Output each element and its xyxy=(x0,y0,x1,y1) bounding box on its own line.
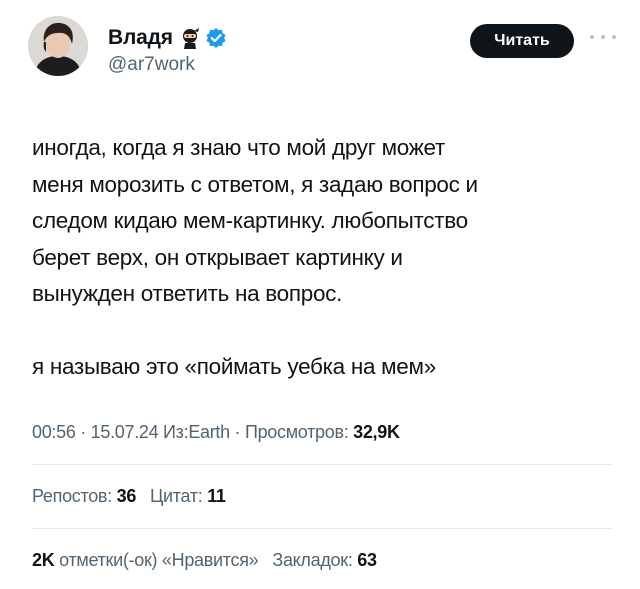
tweet-time[interactable]: 00:56 xyxy=(32,422,76,442)
display-name[interactable]: Владя xyxy=(108,26,173,50)
divider xyxy=(32,528,612,529)
avatar-photo-icon xyxy=(28,16,88,76)
quotes-count: 11 xyxy=(207,486,226,506)
tweet-date[interactable]: 15.07.24 xyxy=(91,422,159,442)
tweet-text: иногда, когда я знаю что мой друг может … xyxy=(32,135,478,379)
views-label: Просмотров: xyxy=(244,422,354,442)
bookmarks-count: 63 xyxy=(357,550,377,570)
engagement-row: Репостов: 36 Цитат: 11 xyxy=(32,486,226,507)
likes-row: 2K отметки(-ок) «Нравится» Закладок: 63 xyxy=(32,550,377,571)
bookmarks-stat[interactable]: Закладок: 63 xyxy=(272,550,377,570)
tweet-header: Владя @ar7work Читать xyxy=(28,16,616,76)
divider xyxy=(32,464,612,465)
quotes-label: Цитат: xyxy=(150,486,208,506)
tweet-source: Из:Earth xyxy=(158,422,230,442)
meta-separator: · xyxy=(229,422,245,442)
more-options-icon[interactable] xyxy=(590,32,616,42)
likes-stat[interactable]: 2K отметки(-ок) «Нравится» xyxy=(32,550,259,570)
name-row: Владя xyxy=(108,24,227,52)
follow-button[interactable]: Читать xyxy=(470,24,574,58)
author-block: Владя @ar7work xyxy=(108,24,227,76)
ninja-icon xyxy=(179,27,201,49)
verified-badge-icon xyxy=(205,27,227,49)
views-count: 32,9K xyxy=(353,422,400,442)
reposts-label: Репостов: xyxy=(32,486,117,506)
avatar[interactable] xyxy=(28,16,88,76)
likes-label: отметки(-ок) «Нравится» xyxy=(54,550,259,570)
tweet-meta: 00:56 · 15.07.24 Из:Earth · Просмотров: … xyxy=(32,422,400,443)
quotes-stat[interactable]: Цитат: 11 xyxy=(150,486,226,506)
likes-count: 2K xyxy=(32,550,55,570)
meta-separator: · xyxy=(75,422,91,442)
reposts-stat[interactable]: Репостов: 36 xyxy=(32,486,136,506)
reposts-count: 36 xyxy=(116,486,137,506)
bookmarks-label: Закладок: xyxy=(272,550,358,570)
handle[interactable]: @ar7work xyxy=(108,54,227,76)
